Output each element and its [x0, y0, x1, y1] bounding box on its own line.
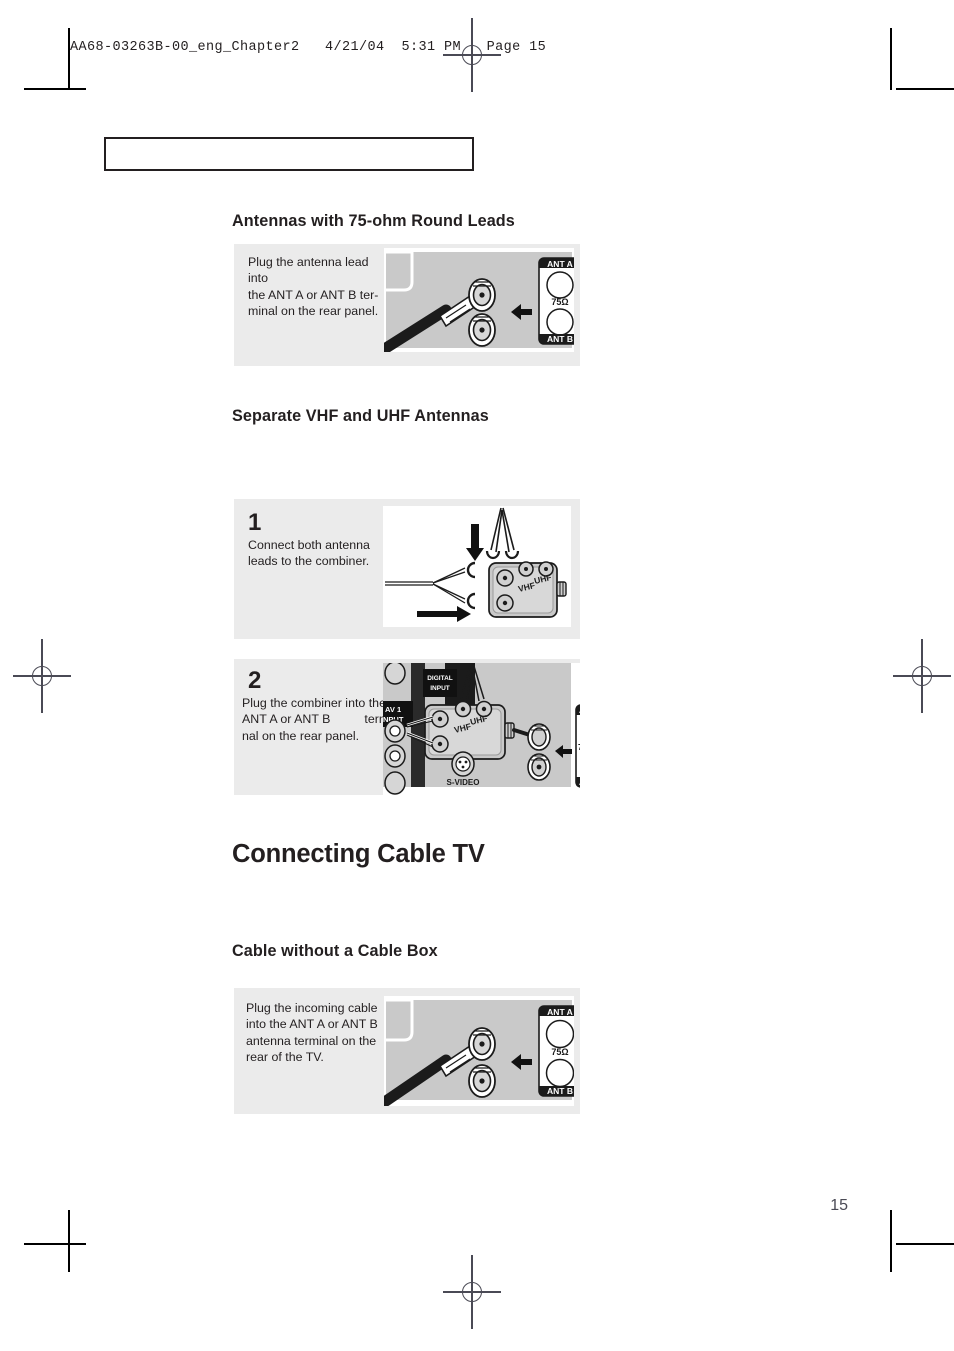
f-connector-lower — [527, 753, 551, 781]
step-number-1: 1 — [248, 509, 262, 536]
crop-mark-bottom-right-horizontal — [896, 1243, 954, 1245]
label-s-video: S-VIDEO — [447, 778, 480, 787]
combiner-body: VHF UHF — [488, 561, 567, 618]
antenna-connector-diagram: ANT A 75Ω ANT B — [384, 248, 574, 352]
panel-step-2: 2 Plug the combiner into the ANT A or AN… — [234, 659, 580, 795]
crop-mark-bottom-left-vertical — [68, 1210, 70, 1272]
figure-combiner-connection: VHF UHF — [383, 506, 571, 627]
instruction-step-1: Connect both antenna leads to the combin… — [248, 537, 388, 570]
heading-separate-vhf-uhf: Separate VHF and UHF Antennas — [232, 407, 489, 425]
cable-connector-diagram: ANT A 75Ω ANT B — [384, 996, 574, 1106]
instruction-line: Connect both antenna — [248, 538, 370, 552]
crop-mark-bottom-right-vertical — [890, 1210, 892, 1272]
heading-antennas-75ohm: Antennas with 75-ohm Round Leads — [232, 212, 515, 230]
combiner-diagram: VHF UHF — [383, 506, 571, 627]
rear-panel-combiner-diagram: DIGITAL INPUT AV 1 NPUT — [383, 663, 580, 795]
registration-mark-bottom — [443, 1255, 501, 1329]
registration-mark-right — [893, 639, 951, 713]
figure-combiner-to-rear-panel: DIGITAL INPUT AV 1 NPUT — [383, 663, 580, 795]
registration-ring — [462, 1282, 482, 1302]
instruction-line: Plug the incoming cable — [246, 1001, 378, 1015]
instruction-line-with-gap: ANT A or ANT Btermi- — [242, 711, 402, 727]
antenna-terminal-plate: ANT A 75Ω ANT B — [538, 257, 574, 345]
f-connector-upper — [527, 723, 551, 751]
page-number: 15 — [830, 1197, 848, 1214]
svg-text:75: 75 — [578, 743, 580, 752]
svg-text:75Ω: 75Ω — [551, 297, 568, 307]
svg-text:INPUT: INPUT — [430, 685, 450, 692]
instruction-line: Plug the combiner into the — [242, 696, 386, 710]
instruction-line: rear of the TV. — [246, 1050, 324, 1065]
svg-text:75Ω: 75Ω — [551, 1047, 568, 1057]
crop-mark-bottom-left-horizontal — [24, 1243, 86, 1245]
heading-cable-without-box: Cable without a Cable Box — [232, 942, 438, 960]
instruction-antennas-75ohm: Plug the antenna lead into the ANT A or … — [248, 254, 388, 320]
instruction-line: Plug the antenna lead into — [248, 255, 369, 286]
label-digital-input: DIGITAL INPUT — [423, 669, 457, 697]
file-slug: AA68-03263B-00_eng_Chapter2 4/21/04 5:31… — [70, 40, 547, 55]
step-number-2: 2 — [248, 667, 262, 694]
instruction-line: the ANT A or ANT B ter- — [248, 287, 379, 302]
panel-step-1: 1 Connect both antenna leads to the comb… — [234, 499, 580, 639]
antenna-terminal-plate: ANT A 75Ω ANT B — [538, 1005, 574, 1097]
registration-mark-left — [13, 639, 71, 713]
crop-mark-top-right-horizontal — [896, 88, 954, 90]
instruction-line: into the ANT A or ANT B — [246, 1017, 378, 1032]
panel-antennas-75ohm: Plug the antenna lead into the ANT A or … — [234, 244, 580, 366]
svg-text:ANT A: ANT A — [547, 259, 573, 269]
registration-ring — [32, 666, 52, 686]
crop-mark-top-left-vertical — [68, 28, 70, 90]
antenna-terminal-plate-clipped: AN 75 AN — [575, 704, 580, 788]
crop-mark-top-left-horizontal — [24, 88, 86, 90]
f-connector-upper — [468, 1027, 496, 1061]
instruction-line-part-a: ANT A or ANT B — [242, 712, 331, 727]
svg-text:ANT A: ANT A — [547, 1007, 573, 1017]
panel-cable-without-box: Plug the incoming cable into the ANT A o… — [234, 988, 580, 1114]
heading-connecting-cable-tv: Connecting Cable TV — [232, 840, 485, 868]
instruction-line: nal on the rear panel. — [242, 728, 360, 743]
instruction-step-2: Plug the combiner into the ANT A or ANT … — [242, 695, 402, 744]
svg-text:AV 1: AV 1 — [385, 705, 401, 714]
svg-text:AN: AN — [579, 778, 580, 787]
figure-antenna-to-rear-panel: ANT A 75Ω ANT B — [384, 248, 574, 352]
chapter-header-box — [104, 137, 474, 171]
crop-mark-top-right-vertical — [890, 28, 892, 90]
instruction-line: leads to the combiner. — [248, 554, 370, 569]
f-connector-upper — [468, 278, 496, 312]
figure-cable-to-rear-panel: ANT A 75Ω ANT B — [384, 996, 574, 1106]
svg-text:ANT B: ANT B — [547, 1086, 573, 1096]
svg-text:ANT B: ANT B — [547, 334, 573, 344]
instruction-line: antenna terminal on the — [246, 1033, 377, 1048]
instruction-line: minal on the rear panel. — [248, 304, 379, 319]
f-connector-lower — [468, 1064, 496, 1098]
svg-text:AN: AN — [579, 706, 580, 715]
f-connector-lower — [468, 313, 496, 347]
instruction-cable-without-box: Plug the incoming cable into the ANT A o… — [246, 1000, 396, 1066]
registration-ring — [912, 666, 932, 686]
svg-text:DIGITAL: DIGITAL — [427, 675, 453, 682]
